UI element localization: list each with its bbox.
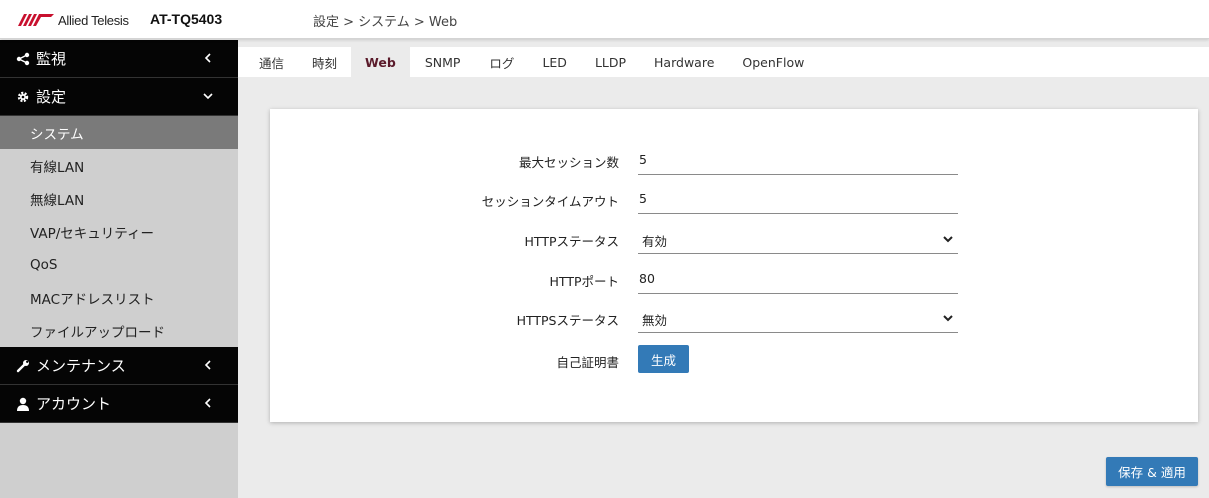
tab-openflow[interactable]: OpenFlow	[728, 47, 818, 77]
sidebar-item-mac-address-list[interactable]: MACアドレスリスト	[0, 281, 238, 314]
sidebar: 監視 設定 システム 有線LAN 無線LAN VAP/セキュリティー QoS M…	[0, 40, 238, 498]
top-bar: Allied Telesis AT-TQ5403 設定 > システム > Web	[0, 0, 1209, 39]
self-cert-label: 自己証明書	[556, 355, 619, 370]
http-status-row: HTTPステータス 有効	[270, 224, 1198, 254]
sidebar-group-settings[interactable]: 設定	[0, 78, 238, 116]
tab-led[interactable]: LED	[528, 47, 581, 77]
brand-logo: Allied Telesis	[18, 10, 129, 30]
max-sessions-label: 最大セッション数	[518, 155, 619, 170]
sidebar-group-maintenance[interactable]: メンテナンス	[0, 347, 238, 385]
http-port-row: HTTPポート 80	[270, 264, 1198, 294]
sidebar-item-vap-security[interactable]: VAP/セキュリティー	[0, 215, 238, 248]
wrench-icon	[14, 359, 32, 373]
gear-icon	[14, 90, 32, 104]
sidebar-group-label: メンテナンス	[36, 357, 126, 375]
save-apply-button[interactable]: 保存 & 適用	[1106, 457, 1198, 486]
max-sessions-row: 最大セッション数 5	[270, 145, 1198, 175]
generate-cert-button[interactable]: 生成	[638, 345, 689, 373]
sidebar-item-system[interactable]: システム	[0, 116, 238, 149]
sidebar-item-qos[interactable]: QoS	[0, 248, 238, 281]
breadcrumb: 設定 > システム > Web	[313, 15, 458, 30]
sidebar-item-wireless-lan[interactable]: 無線LAN	[0, 182, 238, 215]
tab-snmp[interactable]: SNMP	[410, 47, 476, 77]
tab-hardware[interactable]: Hardware	[640, 47, 728, 77]
http-port-input[interactable]: 80	[638, 264, 958, 294]
chevron-left-icon	[204, 398, 211, 408]
tab-web[interactable]: Web	[351, 47, 410, 77]
chevron-down-icon	[943, 236, 953, 243]
http-port-label: HTTPポート	[549, 274, 620, 289]
device-model: AT-TQ5403	[150, 11, 223, 27]
http-status-label: HTTPステータス	[524, 234, 620, 249]
https-status-select[interactable]: 無効	[638, 303, 958, 333]
http-status-value: 有効	[642, 234, 668, 249]
sidebar-group-label: 設定	[36, 88, 67, 106]
tab-time[interactable]: 時刻	[298, 47, 351, 77]
chevron-down-icon	[943, 315, 953, 322]
https-status-row: HTTPSステータス 無効	[270, 303, 1198, 333]
tab-lldp[interactable]: LLDP	[581, 47, 640, 77]
web-settings-panel: 最大セッション数 5 セッションタイムアウト 5 HTTPステータス 有効 HT…	[270, 109, 1198, 422]
sidebar-group-label: 監視	[36, 50, 67, 68]
allied-telesis-logo-icon	[18, 14, 54, 26]
sidebar-item-file-upload[interactable]: ファイルアップロード	[0, 314, 238, 347]
https-status-label: HTTPSステータス	[516, 313, 619, 328]
sidebar-group-account[interactable]: アカウント	[0, 385, 238, 423]
session-timeout-label: セッションタイムアウト	[481, 194, 619, 209]
https-status-value: 無効	[642, 313, 668, 328]
settings-tabs: 通信 時刻 Web SNMP ログ LED LLDP Hardware Open…	[238, 47, 1209, 77]
sidebar-group-label: アカウント	[36, 395, 112, 413]
session-timeout-row: セッションタイムアウト 5	[270, 184, 1198, 214]
sidebar-group-monitor[interactable]: 監視	[0, 40, 238, 78]
chevron-down-icon	[203, 93, 213, 100]
user-icon	[14, 397, 32, 411]
sidebar-item-wired-lan[interactable]: 有線LAN	[0, 149, 238, 182]
share-icon	[14, 52, 32, 66]
self-cert-row: 自己証明書 生成	[270, 345, 1198, 375]
brand-name: Allied Telesis	[58, 12, 129, 28]
chevron-left-icon	[204, 53, 211, 63]
session-timeout-input[interactable]: 5	[638, 184, 958, 214]
http-status-select[interactable]: 有効	[638, 224, 958, 254]
tab-log[interactable]: ログ	[475, 47, 528, 77]
tab-communication[interactable]: 通信	[238, 47, 298, 77]
max-sessions-input[interactable]: 5	[638, 145, 958, 175]
chevron-left-icon	[204, 360, 211, 370]
